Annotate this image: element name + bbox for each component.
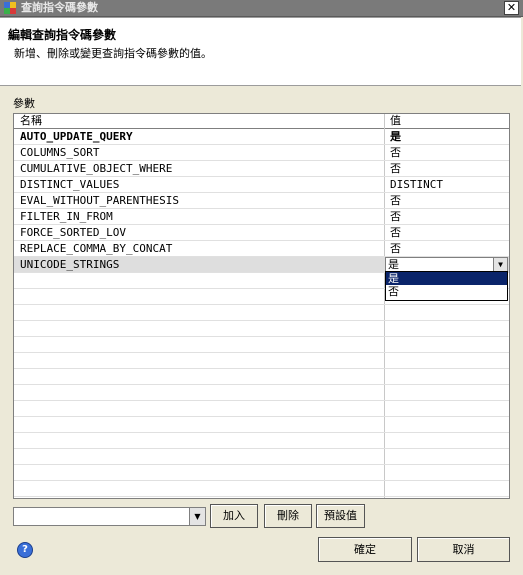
parameter-name: COLUMNS_SORT [20,146,100,159]
table-row[interactable]: CUMULATIVE_OBJECT_WHERE 否 [14,161,509,177]
parameter-name: FILTER_IN_FROM [20,210,113,223]
empty-row [14,481,509,497]
parameter-value: 是 [390,130,401,143]
chevron-down-icon[interactable]: ▼ [493,258,507,272]
table-row[interactable]: FILTER_IN_FROM 否 [14,209,509,225]
parameter-name: UNICODE_STRINGS [20,258,120,271]
parameter-name: REPLACE_COMMA_BY_CONCAT [20,242,173,255]
column-header-value[interactable]: 值 [390,114,401,128]
parameter-name: AUTO_UPDATE_QUERY [20,130,133,143]
empty-row [14,337,509,353]
parameters-table: 名稱 值 AUTO_UPDATE_QUERY 是 COLUMNS_SORT 否 CUMU… [13,113,510,499]
empty-row [14,417,509,433]
close-button[interactable]: ✕ [504,1,519,15]
default-value-button[interactable]: 預設值 [316,504,365,528]
empty-row [14,433,509,449]
empty-row [14,321,509,337]
column-header-name[interactable]: 名稱 [20,114,42,128]
table-row[interactable]: FORCE_SORTED_LOV 否 [14,225,509,241]
parameter-name-combo[interactable]: ▼ [13,507,206,526]
parameters-label: 參數 [13,97,35,110]
parameter-value: DISTINCT [390,178,443,191]
parameter-value: 否 [390,146,401,159]
header-title: 編輯查詢指令碼參數 [8,28,117,42]
parameter-value: 否 [390,162,401,175]
parameter-value: 否 [390,210,401,223]
title-bar: 查詢指令碼參數 ✕ [0,0,523,17]
help-icon[interactable]: ? [17,542,33,558]
empty-row [14,401,509,417]
empty-row [14,465,509,481]
value-dropdown-list[interactable]: 是 否 [385,271,508,301]
table-row[interactable]: REPLACE_COMMA_BY_CONCAT 否 [14,241,509,257]
table-row[interactable]: AUTO_UPDATE_QUERY 是 [14,129,509,145]
parameter-name: FORCE_SORTED_LOV [20,226,126,239]
window-title: 查詢指令碼參數 [21,1,98,14]
parameter-value: 否 [390,226,401,239]
parameter-name: EVAL_WITHOUT_PARENTHESIS [20,194,179,207]
empty-row [14,369,509,385]
app-icon [4,2,16,14]
cancel-button[interactable]: 取消 [417,537,510,562]
chevron-down-icon: ▼ [194,512,201,521]
empty-row [14,353,509,369]
parameter-value: 是 [388,258,399,271]
table-row[interactable]: COLUMNS_SORT 否 [14,145,509,161]
parameter-value: 否 [390,194,401,207]
table-row[interactable]: EVAL_WITHOUT_PARENTHESIS 否 [14,193,509,209]
parameter-name: DISTINCT_VALUES [20,178,120,191]
parameter-name: CUMULATIVE_OBJECT_WHERE [20,162,173,175]
empty-row [14,449,509,465]
ok-button[interactable]: 確定 [318,537,412,562]
combo-dropdown-button[interactable]: ▼ [189,508,205,525]
add-button[interactable]: 加入 [210,504,258,528]
table-header: 名稱 值 [14,114,509,129]
delete-button[interactable]: 刪除 [264,504,312,528]
dropdown-option-yes[interactable]: 是 [386,272,507,285]
close-icon: ✕ [506,1,517,14]
dropdown-option-no[interactable]: 否 [386,285,507,298]
parameter-value: 否 [390,242,401,255]
dialog-header: 編輯查詢指令碼參數 新增、刪除或變更查詢指令碼參數的值。 [0,17,521,86]
empty-row [14,305,509,321]
header-description: 新增、刪除或變更查詢指令碼參數的值。 [14,47,212,60]
table-row[interactable]: DISTINCT_VALUES DISTINCT [14,177,509,193]
empty-row [14,385,509,401]
